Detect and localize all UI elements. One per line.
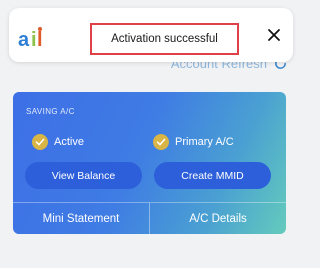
mini-statement-button[interactable]: Mini Statement [13, 203, 149, 234]
status-primary: Primary A/C [153, 134, 234, 150]
toast-message: Activation successful [111, 33, 218, 45]
close-icon[interactable] [267, 28, 281, 42]
check-icon [35, 138, 45, 146]
check-circle-icon [153, 134, 169, 150]
account-card: SAVING A/C Active Primary A/C View Balan… [13, 92, 286, 234]
svg-text:i: i [31, 29, 37, 50]
view-balance-button[interactable]: View Balance [25, 162, 142, 189]
check-circle-icon [32, 134, 48, 150]
toast-message-highlight: Activation successful [90, 23, 239, 55]
svg-text:l: l [37, 29, 43, 50]
status-primary-label: Primary A/C [175, 136, 234, 148]
card-footer: Mini Statement A/C Details [13, 202, 286, 234]
account-type-label: SAVING A/C [26, 107, 75, 116]
status-active: Active [32, 134, 84, 150]
ac-details-button[interactable]: A/C Details [150, 203, 286, 234]
status-active-label: Active [54, 136, 84, 148]
check-icon [156, 138, 166, 146]
create-mmid-button[interactable]: Create MMID [154, 162, 271, 189]
toast-notification: a i l Activation successful [9, 8, 293, 62]
app-logo-icon: a i l [18, 27, 43, 50]
svg-text:a: a [18, 29, 30, 50]
